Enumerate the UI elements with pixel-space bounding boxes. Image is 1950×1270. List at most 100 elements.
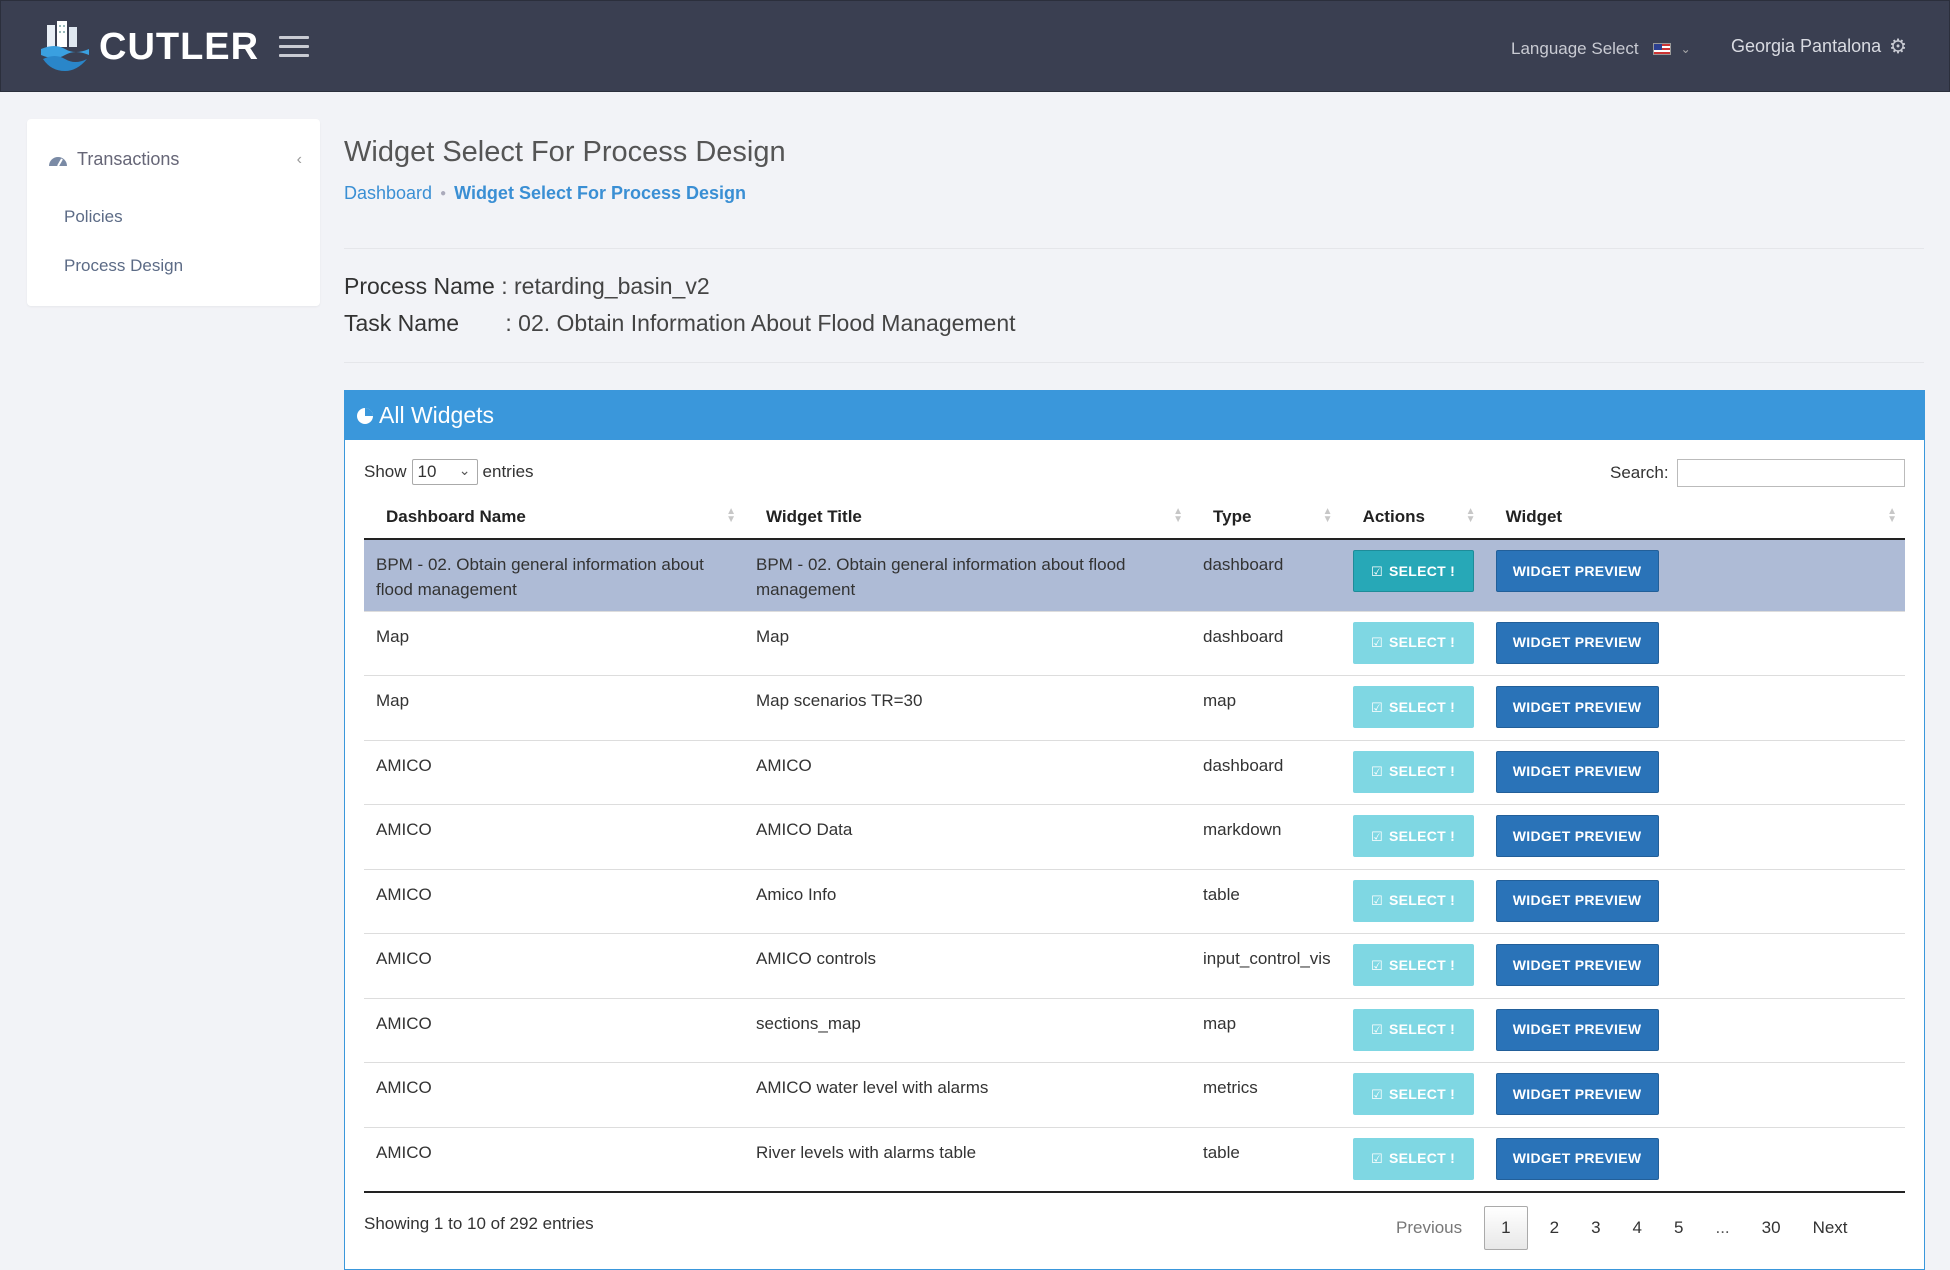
select-button[interactable]: ☑ SELECT ! bbox=[1352, 1008, 1474, 1051]
sidebar-item-policies[interactable]: Policies bbox=[64, 207, 123, 227]
table-row[interactable]: BPM - 02. Obtain general information abo… bbox=[364, 539, 1905, 611]
table-row[interactable]: AMICO sections_map map ☑ SELECT ! WIDGET PREV… bbox=[364, 997, 1905, 1063]
pagination-page-30[interactable]: 30 bbox=[1746, 1206, 1797, 1250]
sort-icon: ▲ ▼ bbox=[1887, 506, 1897, 525]
cell-widget-title: River levels with alarms table bbox=[744, 1126, 1191, 1193]
select-button-label: SELECT ! bbox=[1388, 827, 1456, 844]
cell-actions: ☑ SELECT ! bbox=[1340, 997, 1484, 1063]
select-button[interactable]: ☑ SELECT ! bbox=[1352, 686, 1474, 728]
breadcrumb: Dashboard ● Widget Select For Process De… bbox=[344, 183, 746, 204]
language-select[interactable]: Language Select ⌄ bbox=[1511, 39, 1691, 59]
cell-widget: WIDGET PREVIEW bbox=[1483, 933, 1905, 998]
chevron-down-icon: ⌄ bbox=[1680, 42, 1691, 56]
cell-type: table bbox=[1191, 868, 1341, 934]
cell-widget: WIDGET PREVIEW bbox=[1483, 1126, 1905, 1193]
table-row[interactable]: AMICO Amico Info table ☑ SELECT ! WIDGET PREV… bbox=[364, 868, 1905, 934]
table-row[interactable]: AMICO AMICO Data markdown ☑ SELECT ! WIDGET P… bbox=[364, 804, 1905, 869]
pagination-page-5[interactable]: 5 bbox=[1658, 1206, 1699, 1250]
cell-widget: WIDGET PREVIEW bbox=[1483, 610, 1905, 676]
select-button-label: SELECT ! bbox=[1388, 1085, 1456, 1102]
cell-actions: ☑ SELECT ! bbox=[1340, 610, 1484, 676]
select-button[interactable]: ☑ SELECT ! bbox=[1352, 815, 1474, 857]
breadcrumb-current: Widget Select For Process Design bbox=[454, 183, 747, 203]
widget-preview-button[interactable]: WIDGET PREVIEW bbox=[1495, 1137, 1659, 1180]
widget-preview-button[interactable]: WIDGET PREVIEW bbox=[1495, 621, 1659, 664]
table-row[interactable]: AMICO AMICO controls input_control_vis ☑ SEL… bbox=[364, 933, 1905, 998]
table-info: Showing 1 to 10 of 292 entries bbox=[364, 1214, 594, 1233]
table-row[interactable]: Map Map scenarios TR=30 map ☑ SELECT ! WIDGET… bbox=[364, 675, 1905, 740]
page-length-select[interactable]: 10 ⌄ bbox=[411, 459, 478, 485]
select-button[interactable]: ☑ SELECT ! bbox=[1352, 1137, 1474, 1180]
pagination: Previous 1 2 3 4 5 ... 30 Next bbox=[1380, 1206, 1864, 1250]
cell-widget-title: Amico Info bbox=[744, 868, 1191, 934]
breadcrumb-dashboard[interactable]: Dashboard bbox=[344, 183, 432, 204]
widget-preview-button[interactable]: WIDGET PREVIEW bbox=[1495, 550, 1659, 592]
cell-dashboard-name: Map bbox=[364, 675, 744, 740]
select-button-label: SELECT ! bbox=[1388, 892, 1456, 908]
column-header-dashboard-name[interactable]: Dashboard Name ▲ ▼ bbox=[364, 495, 744, 540]
column-header-widget-title[interactable]: Widget Title ▲ ▼ bbox=[744, 495, 1191, 540]
select-button[interactable]: ☑ SELECT ! bbox=[1352, 750, 1474, 793]
table-row[interactable]: AMICO AMICO dashboard ☑ SELECT ! WIDGET PREVI… bbox=[364, 739, 1905, 805]
sidebar-item-process-design[interactable]: Process Design bbox=[64, 256, 183, 276]
sort-icon: ▲ ▼ bbox=[726, 506, 736, 525]
cell-widget: WIDGET PREVIEW bbox=[1483, 539, 1905, 611]
widget-preview-button[interactable]: WIDGET PREVIEW bbox=[1495, 686, 1659, 728]
widget-preview-button[interactable]: WIDGET PREVIEW bbox=[1495, 944, 1659, 986]
task-name-label: Task Name bbox=[344, 310, 460, 336]
cutler-logo[interactable]: CUTLER bbox=[37, 19, 259, 75]
table-row[interactable]: Map Map dashboard ☑ SELECT ! WIDGET PREVIEW bbox=[364, 610, 1905, 676]
cell-widget-title: AMICO controls bbox=[744, 933, 1191, 998]
cell-actions: ☑ SELECT ! bbox=[1340, 1062, 1484, 1127]
select-button[interactable]: ☑ SELECT ! bbox=[1352, 944, 1474, 986]
widget-preview-button[interactable]: WIDGET PREVIEW bbox=[1495, 1073, 1659, 1115]
column-header-type[interactable]: Type ▲ ▼ bbox=[1191, 495, 1341, 540]
select-button-label: SELECT ! bbox=[1388, 562, 1456, 579]
us-flag-icon bbox=[1652, 43, 1671, 55]
column-header-widget[interactable]: Widget ▲ ▼ bbox=[1483, 495, 1905, 540]
widget-preview-button[interactable]: WIDGET PREVIEW bbox=[1495, 815, 1659, 857]
cell-type: table bbox=[1191, 1126, 1341, 1193]
cell-actions: ☑ SELECT ! bbox=[1340, 539, 1484, 611]
menu-toggle-icon[interactable] bbox=[279, 36, 309, 58]
gear-icon[interactable]: ⚙ bbox=[1889, 34, 1907, 59]
select-button-label: SELECT ! bbox=[1388, 956, 1456, 973]
cell-dashboard-name: AMICO bbox=[364, 997, 744, 1063]
pagination-page-3[interactable]: 3 bbox=[1575, 1206, 1616, 1250]
cell-type: metrics bbox=[1191, 1062, 1341, 1127]
widget-preview-button[interactable]: WIDGET PREVIEW bbox=[1495, 750, 1659, 793]
table-row[interactable]: AMICO AMICO water level with alarms metric… bbox=[364, 1062, 1905, 1127]
select-button[interactable]: ☑ SELECT ! bbox=[1352, 550, 1474, 592]
select-button-label: SELECT ! bbox=[1388, 1150, 1456, 1166]
cell-actions: ☑ SELECT ! bbox=[1340, 675, 1484, 740]
select-button[interactable]: ☑ SELECT ! bbox=[1352, 879, 1474, 922]
page-title: Widget Select For Process Design bbox=[344, 136, 786, 168]
cell-type: map bbox=[1191, 675, 1341, 740]
panel-title: All Widgets bbox=[379, 402, 495, 428]
pagination-page-4[interactable]: 4 bbox=[1617, 1206, 1658, 1250]
sidebar-section-transactions[interactable]: Transactions ‹ bbox=[47, 149, 302, 170]
pagination-page-2[interactable]: 2 bbox=[1534, 1206, 1575, 1250]
pagination-previous[interactable]: Previous bbox=[1380, 1206, 1478, 1250]
pagination-page-1[interactable]: 1 bbox=[1484, 1206, 1528, 1250]
pagination-next[interactable]: Next bbox=[1797, 1206, 1864, 1250]
process-name-label: Process Name bbox=[344, 273, 495, 299]
search-input[interactable] bbox=[1676, 459, 1905, 487]
cell-type: dashboard bbox=[1191, 539, 1341, 611]
select-button-label: SELECT ! bbox=[1388, 1021, 1456, 1037]
column-header-actions[interactable]: Actions ▲ ▼ bbox=[1340, 495, 1484, 540]
table-row[interactable]: AMICO River levels with alarms table table… bbox=[364, 1126, 1905, 1193]
chevron-left-icon[interactable]: ‹ bbox=[297, 151, 302, 169]
select-button[interactable]: ☑ SELECT ! bbox=[1352, 1073, 1474, 1115]
page-length-value: 10 bbox=[417, 462, 437, 481]
widget-preview-button[interactable]: WIDGET PREVIEW bbox=[1495, 879, 1659, 922]
process-name-value: : retarding_basin_v2 bbox=[501, 273, 710, 299]
select-button[interactable]: ☑ SELECT ! bbox=[1352, 621, 1474, 664]
cell-widget: WIDGET PREVIEW bbox=[1483, 739, 1905, 805]
cutler-logo-icon bbox=[41, 21, 89, 71]
cell-type: markdown bbox=[1191, 804, 1341, 869]
task-name-value: : 02. Obtain Information About Flood Man… bbox=[505, 310, 1016, 336]
widget-preview-button[interactable]: WIDGET PREVIEW bbox=[1495, 1008, 1659, 1051]
cell-actions: ☑ SELECT ! bbox=[1340, 739, 1484, 805]
user-menu[interactable]: Georgia Pantalona ⚙ bbox=[1731, 34, 1907, 59]
